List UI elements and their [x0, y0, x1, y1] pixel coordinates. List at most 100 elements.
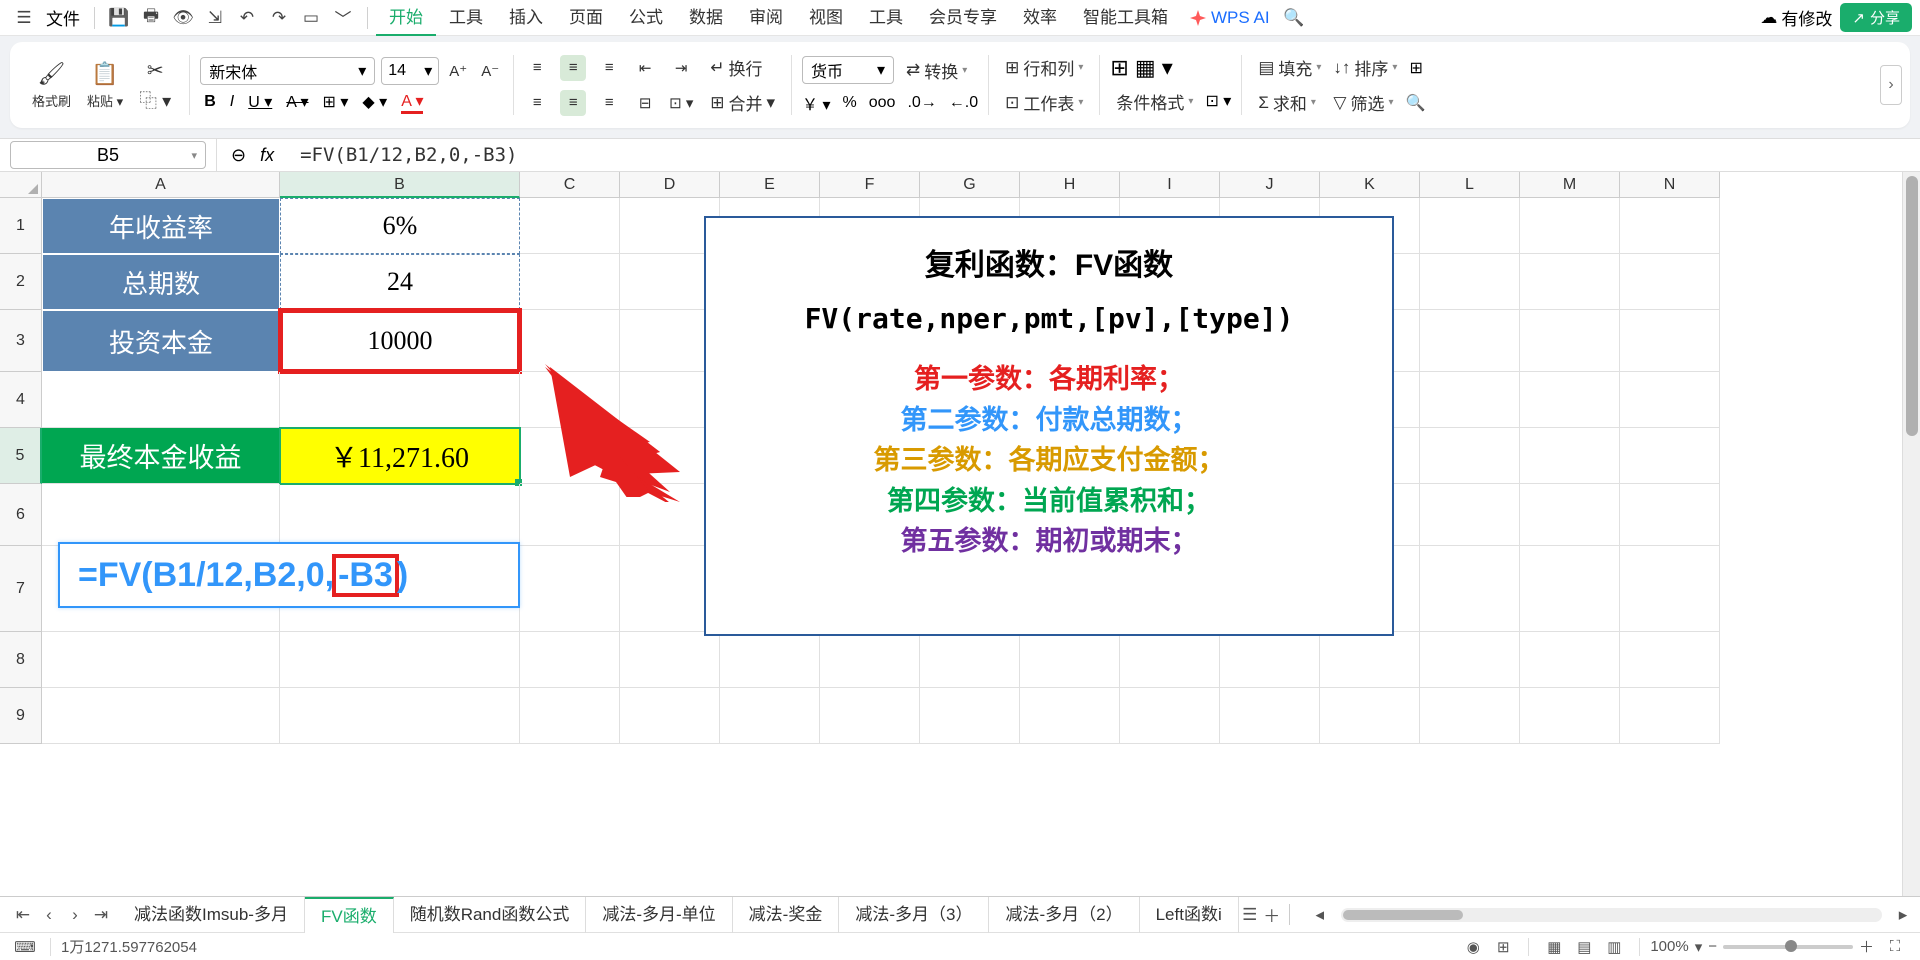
cell-K8[interactable]: [1320, 632, 1420, 688]
vertical-scrollbar[interactable]: [1902, 172, 1920, 896]
cell-N7[interactable]: [1620, 546, 1720, 632]
dec-increase-icon[interactable]: .0→: [907, 94, 936, 112]
tab-review[interactable]: 审阅: [736, 0, 796, 36]
last-sheet-icon[interactable]: ⇥: [90, 904, 112, 926]
dec-decrease-icon[interactable]: ←.0: [949, 94, 978, 112]
row-header-8[interactable]: 8: [0, 632, 42, 688]
row-header-4[interactable]: 4: [0, 372, 42, 428]
first-sheet-icon[interactable]: ⇤: [12, 904, 34, 926]
row-header-3[interactable]: 3: [0, 310, 42, 372]
tab-page[interactable]: 页面: [556, 0, 616, 36]
tab-start[interactable]: 开始: [376, 0, 436, 36]
cell-E9[interactable]: [720, 688, 820, 744]
cond-format-button[interactable]: 条件格式▾: [1110, 87, 1199, 116]
convert-button[interactable]: ⇄转换▾: [900, 56, 973, 85]
col-header-N[interactable]: N: [1620, 172, 1720, 198]
zoom-slider[interactable]: [1723, 945, 1853, 949]
italic-button[interactable]: I: [230, 93, 234, 111]
horizontal-scrollbar[interactable]: [1341, 908, 1882, 922]
cell-M3[interactable]: [1520, 310, 1620, 372]
filter-button[interactable]: ▽筛选▾: [1327, 88, 1399, 117]
tab-formula[interactable]: 公式: [616, 0, 676, 36]
sheet-tab[interactable]: 减法-奖金: [733, 897, 840, 933]
tab-insert[interactable]: 插入: [496, 0, 556, 36]
undo-icon[interactable]: ↶: [236, 7, 258, 29]
cell-L6[interactable]: [1420, 484, 1520, 546]
cell-A5[interactable]: 最终本金收益: [42, 428, 280, 484]
increase-font-icon[interactable]: A⁺: [445, 58, 471, 84]
align-bottom-icon[interactable]: ≡: [596, 55, 622, 81]
col-header-A[interactable]: A: [42, 172, 280, 198]
cell-N9[interactable]: [1620, 688, 1720, 744]
view-icon[interactable]: ◉: [1462, 936, 1484, 958]
font-size-select[interactable]: 14▾: [381, 57, 439, 85]
align-center-icon[interactable]: ≡: [560, 90, 586, 116]
cell-N8[interactable]: [1620, 632, 1720, 688]
cell-M7[interactable]: [1520, 546, 1620, 632]
cell-F9[interactable]: [820, 688, 920, 744]
align-middle-icon[interactable]: ≡: [560, 55, 586, 81]
format-painter-group[interactable]: 🖌 格式刷: [24, 61, 79, 110]
cell-C2[interactable]: [520, 254, 620, 310]
col-header-H[interactable]: H: [1020, 172, 1120, 198]
cell-B1[interactable]: 6%: [280, 198, 520, 254]
sheet-tab[interactable]: 减法-多月（3）: [839, 897, 989, 933]
cell-A3[interactable]: 投资本金: [42, 310, 280, 372]
tab-efficiency[interactable]: 效率: [1010, 0, 1070, 36]
scroll-left-icon[interactable]: ◂: [1309, 904, 1331, 926]
cancel-icon[interactable]: ⊖: [231, 145, 246, 166]
cell-C7[interactable]: [520, 546, 620, 632]
border-button[interactable]: ⊞ ▾: [323, 92, 349, 112]
col-header-M[interactable]: M: [1520, 172, 1620, 198]
bold-button[interactable]: B: [204, 93, 216, 111]
row-header-9[interactable]: 9: [0, 688, 42, 744]
row-header-6[interactable]: 6: [0, 484, 42, 546]
cell-D9[interactable]: [620, 688, 720, 744]
next-sheet-icon[interactable]: ›: [64, 904, 86, 926]
col-header-D[interactable]: D: [620, 172, 720, 198]
col-header-E[interactable]: E: [720, 172, 820, 198]
select-all-corner[interactable]: [0, 172, 42, 198]
cell-N2[interactable]: [1620, 254, 1720, 310]
cell-M2[interactable]: [1520, 254, 1620, 310]
sheet-tab[interactable]: 减法-多月-单位: [586, 897, 732, 933]
cell-B4[interactable]: [280, 372, 520, 428]
redo-icon[interactable]: ↷: [268, 7, 290, 29]
col-header-L[interactable]: L: [1420, 172, 1520, 198]
cell-H8[interactable]: [1020, 632, 1120, 688]
tab-vip[interactable]: 会员专享: [916, 0, 1010, 36]
cell-N6[interactable]: [1620, 484, 1720, 546]
page-view-icon[interactable]: ▤: [1573, 936, 1595, 958]
copy-icon[interactable]: ⿻ ▾: [139, 87, 171, 113]
save-icon[interactable]: 💾: [108, 7, 130, 29]
percent-icon[interactable]: %: [843, 94, 857, 112]
has-edit-indicator[interactable]: ☁ 有修改: [1752, 5, 1840, 30]
cell-N3[interactable]: [1620, 310, 1720, 372]
col-header-I[interactable]: I: [1120, 172, 1220, 198]
sum-button[interactable]: Σ求和▾: [1252, 88, 1327, 117]
cell-B2[interactable]: 24: [280, 254, 520, 310]
col-header-K[interactable]: K: [1320, 172, 1420, 198]
cell-L9[interactable]: [1420, 688, 1520, 744]
indent-dec-icon[interactable]: ⇤: [632, 55, 658, 81]
col-header-J[interactable]: J: [1220, 172, 1320, 198]
hamburger-icon[interactable]: ☰: [13, 7, 35, 29]
scrollbar-thumb[interactable]: [1906, 176, 1918, 436]
cell-A1[interactable]: 年收益率: [42, 198, 280, 254]
number-format-select[interactable]: 货币▾: [802, 56, 894, 84]
group-icon[interactable]: ⊞: [1409, 58, 1422, 78]
cell-B5[interactable]: ￥11,271.60: [280, 428, 520, 484]
strikethrough-button[interactable]: A ▾: [286, 92, 308, 112]
wrap-button[interactable]: ↵换行: [704, 53, 768, 82]
scrollbar-thumb[interactable]: [1343, 910, 1463, 920]
export-icon[interactable]: ⇲: [204, 7, 226, 29]
fill-button[interactable]: ▤填充▾: [1252, 53, 1327, 82]
cell-N1[interactable]: [1620, 198, 1720, 254]
sheet-tab[interactable]: 减法函数Imsub-多月: [118, 897, 305, 933]
cell-L3[interactable]: [1420, 310, 1520, 372]
row-header-2[interactable]: 2: [0, 254, 42, 310]
cell-M6[interactable]: [1520, 484, 1620, 546]
preview-icon[interactable]: 👁: [172, 7, 194, 29]
col-header-C[interactable]: C: [520, 172, 620, 198]
find-icon[interactable]: 🔍: [1406, 93, 1426, 113]
